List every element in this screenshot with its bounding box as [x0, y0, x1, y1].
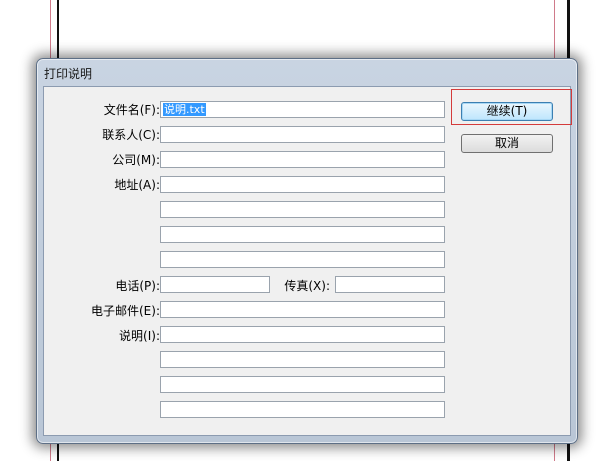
dialog-client-area: 文件名(F): 联系人(C): 公司(M): 地址(A): 电话(P): 传真(…	[43, 86, 571, 436]
notes-field-line-4[interactable]	[160, 401, 445, 418]
address-field-line-2[interactable]	[160, 201, 445, 218]
email-field[interactable]	[160, 301, 445, 318]
phone-label: 电话(P):	[115, 279, 160, 293]
company-field[interactable]	[160, 151, 445, 168]
cancel-button[interactable]: 取消	[461, 134, 553, 153]
notes-label: 说明(I):	[119, 329, 160, 343]
document-margin-line-left-bottom	[50, 442, 51, 461]
continue-highlight-box	[451, 89, 572, 125]
document-margin-line-right	[554, 0, 555, 58]
document-edge-right-bottom	[567, 442, 570, 461]
document-margin-line-left	[50, 0, 51, 58]
filename-field[interactable]: 说明.txt	[160, 101, 445, 118]
address-label: 地址(A):	[114, 178, 160, 192]
document-edge-left	[57, 0, 59, 58]
company-label: 公司(M):	[112, 153, 160, 167]
fax-label: 传真(X):	[284, 279, 330, 293]
phone-field[interactable]	[160, 276, 270, 293]
contact-label: 联系人(C):	[102, 128, 160, 142]
contact-field[interactable]	[160, 126, 445, 143]
address-field-line-1[interactable]	[160, 176, 445, 193]
filename-selected-text: 说明.txt	[163, 103, 206, 116]
notes-field-line-1[interactable]	[160, 326, 445, 343]
dialog-titlebar[interactable]: 打印说明	[37, 59, 577, 86]
document-edge-left-bottom	[57, 442, 59, 461]
notes-field-line-2[interactable]	[160, 351, 445, 368]
fax-field[interactable]	[335, 276, 445, 293]
filename-label: 文件名(F):	[103, 103, 160, 117]
email-label: 电子邮件(E):	[91, 304, 160, 318]
dialog-title: 打印说明	[44, 67, 93, 81]
notes-field-line-3[interactable]	[160, 376, 445, 393]
document-edge-right	[567, 0, 570, 58]
document-margin-line-right-bottom	[554, 442, 555, 461]
address-field-line-4[interactable]	[160, 251, 445, 268]
address-field-line-3[interactable]	[160, 226, 445, 243]
